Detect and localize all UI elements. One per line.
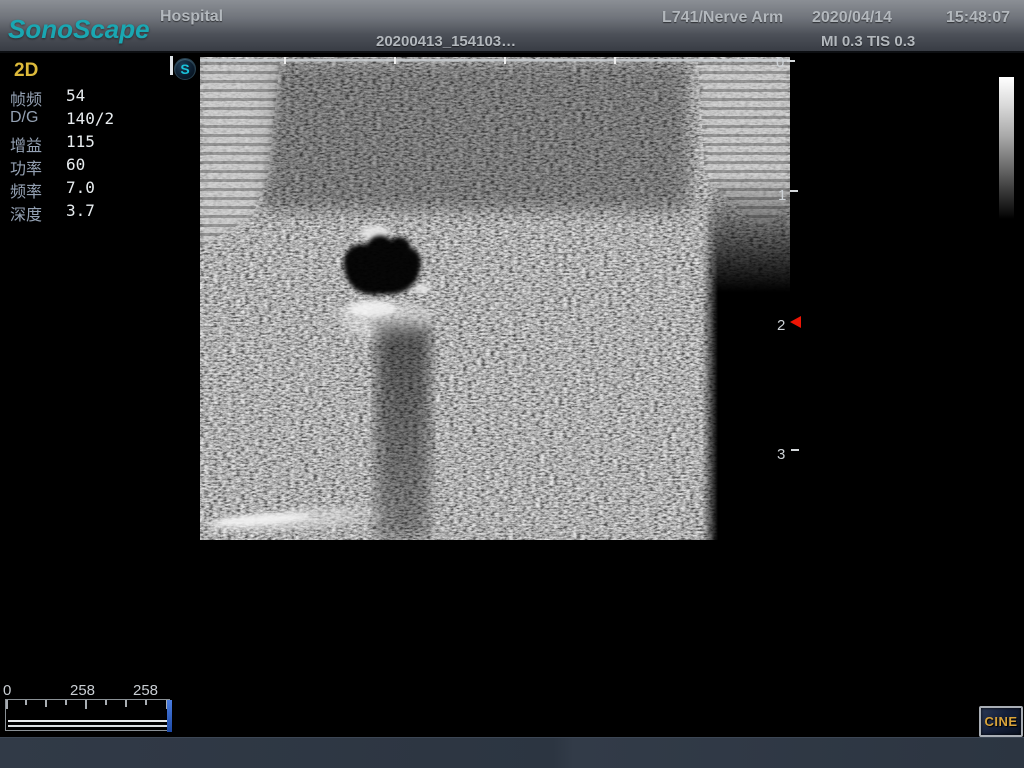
param-value: 60 — [66, 155, 85, 174]
param-label: 功率 — [10, 155, 42, 179]
scale-tick — [25, 700, 27, 705]
grayscale-bar — [999, 77, 1014, 219]
hospital-name: Hospital — [160, 8, 223, 26]
param-value: 3.7 — [66, 201, 95, 220]
depth-mark-2: 2 — [777, 317, 785, 334]
depth-tick — [791, 449, 799, 451]
acoustic-output-readout: MI 0.3 TIS 0.3 — [821, 33, 915, 50]
orientation-mark — [170, 56, 173, 75]
scale-tick — [145, 700, 147, 705]
exam-id: 20200413_154103… — [376, 33, 516, 50]
scale-tick — [105, 700, 107, 705]
focus-marker-icon — [790, 316, 801, 328]
scale-tick — [85, 700, 87, 709]
param-value: 140/2 — [66, 109, 114, 128]
param-label: 频率 — [10, 178, 42, 202]
param-value: 115 — [66, 132, 95, 151]
system-tray-bar: ✕ — [0, 737, 1024, 768]
mode-label: 2D — [14, 60, 38, 82]
scale-tick — [65, 700, 67, 705]
depth-tick — [787, 60, 795, 62]
scale-tick — [125, 700, 127, 707]
exam-date: 2020/04/14 — [812, 9, 892, 27]
cine-button[interactable]: CINE — [979, 706, 1023, 737]
scale-tick — [6, 700, 8, 709]
param-value: 54 — [66, 86, 85, 105]
probe-orientation-badge: S — [174, 58, 196, 80]
probe-preset: L741/Nerve Arm — [662, 9, 783, 27]
param-label: D/G — [10, 109, 38, 127]
scale-slider[interactable] — [167, 700, 172, 732]
scale-label-0: 0 — [3, 682, 11, 699]
depth-mark-3: 3 — [777, 446, 785, 463]
param-label: 增益 — [10, 132, 42, 156]
ultrasound-screen: SonoScape Hospital 20200413_154103… L741… — [0, 0, 1024, 768]
param-value: 7.0 — [66, 178, 95, 197]
top-status-bar: SonoScape Hospital 20200413_154103… L741… — [0, 0, 1024, 53]
param-label: 深度 — [10, 201, 42, 225]
param-label: 帧频 — [10, 86, 42, 110]
depth-mark-1: 1 — [778, 187, 786, 204]
depth-mark-0: 0 — [776, 54, 784, 71]
scale-box — [5, 699, 170, 731]
scale-label-end: 258 — [133, 682, 158, 699]
scale-label-mid: 258 — [70, 682, 95, 699]
tgc-curve — [8, 720, 167, 727]
sonoscape-logo: SonoScape — [8, 14, 150, 45]
scale-tick — [45, 700, 47, 707]
ultrasound-image — [200, 57, 790, 540]
clock: 15:48:07 — [946, 9, 1010, 27]
depth-tick — [790, 190, 798, 192]
